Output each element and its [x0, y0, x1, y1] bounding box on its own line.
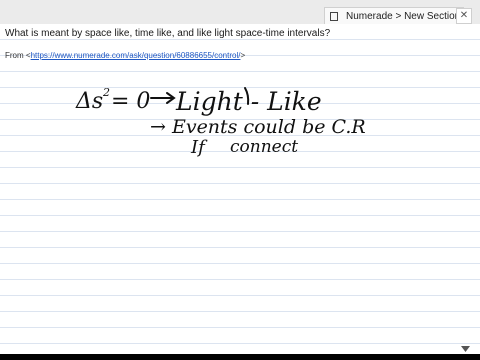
- ink-events-line: → Events could be C.R: [150, 116, 366, 138]
- ink-connect: connect: [230, 137, 298, 157]
- ink-exponent: 2: [102, 86, 110, 99]
- ink-if-mark: If: [190, 137, 208, 158]
- ink-arrow-stroke: [150, 92, 176, 104]
- ink-delta-s: Δs: [75, 89, 103, 114]
- scroll-down-icon[interactable]: [461, 346, 470, 352]
- handwriting-ink: Δs 2 = 0 Light - Like → Events could be …: [75, 86, 366, 158]
- ink-equals-zero: = 0: [111, 89, 150, 114]
- onenote-window: Numerade > New Section 1 ✕ What is meant…: [0, 0, 480, 354]
